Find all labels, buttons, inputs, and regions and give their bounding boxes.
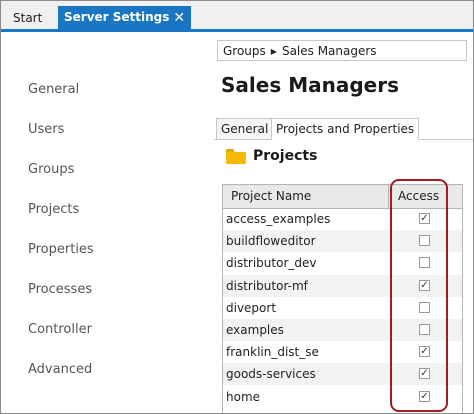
- access-checkbox-unchecked[interactable]: [419, 235, 430, 247]
- column-header-access[interactable]: Access: [398, 189, 439, 203]
- access-checkbox-checked[interactable]: ✓: [419, 390, 430, 402]
- tab-start[interactable]: Start: [5, 7, 50, 29]
- table-row[interactable]: distributor-mf ✓: [223, 274, 462, 297]
- sidebar-item-groups[interactable]: Groups: [28, 162, 74, 177]
- project-name-cell: examples: [226, 323, 284, 337]
- tab-projects-and-properties[interactable]: Projects and Properties: [271, 118, 420, 140]
- column-divider: [388, 185, 389, 208]
- project-name-cell: home: [226, 389, 261, 404]
- table-row[interactable]: access_examples ✓: [223, 208, 462, 230]
- project-name-cell: buildfloweditor: [226, 234, 316, 249]
- access-checkbox-checked[interactable]: ✓: [419, 279, 430, 291]
- sidebar-item-controller[interactable]: Controller: [28, 322, 92, 337]
- sidebar-item-projects[interactable]: Projects: [28, 202, 79, 217]
- project-name-cell: goods-services: [226, 367, 316, 382]
- project-name-cell: franklin_dist_se: [226, 345, 319, 360]
- column-header-project-name[interactable]: Project Name: [231, 189, 311, 203]
- tab-server-settings[interactable]: Server Settings ✕: [58, 6, 192, 29]
- table-row[interactable]: goods-services ✓: [223, 363, 462, 386]
- table-row[interactable]: examples: [223, 319, 462, 341]
- project-name-cell: access_examples: [226, 212, 331, 226]
- access-checkbox-checked[interactable]: ✓: [419, 368, 430, 380]
- table-row[interactable]: franklin_dist_se ✓: [223, 341, 462, 363]
- access-checkbox-unchecked[interactable]: [419, 301, 430, 313]
- table-row[interactable]: diveport: [223, 297, 462, 319]
- sidebar-item-advanced[interactable]: Advanced: [28, 362, 92, 377]
- breadcrumb: Groups ▶ Sales Managers: [217, 40, 467, 61]
- triangle-right-icon: ▶: [270, 47, 277, 56]
- sidebar-item-general[interactable]: General: [28, 82, 79, 97]
- project-name-cell: diveport: [226, 300, 277, 315]
- tab-server-settings-label: Server Settings: [64, 10, 170, 24]
- access-checkbox-checked[interactable]: ✓: [419, 346, 430, 358]
- project-name-cell: distributor-mf: [226, 278, 308, 293]
- table-row[interactable]: home ✓: [223, 386, 462, 408]
- access-checkbox-checked[interactable]: ✓: [419, 213, 430, 224]
- access-checkbox-unchecked[interactable]: [419, 324, 430, 335]
- project-name-cell: distributor_dev: [226, 256, 317, 271]
- breadcrumb-groups-link[interactable]: Groups: [223, 44, 266, 58]
- sidebar-item-processes[interactable]: Processes: [28, 282, 92, 297]
- tab-general[interactable]: General: [216, 118, 274, 139]
- folder-icon: [226, 148, 246, 164]
- breadcrumb-current: Sales Managers: [281, 44, 377, 58]
- section-header: Projects: [226, 148, 317, 164]
- close-icon[interactable]: ✕: [173, 11, 185, 25]
- sidebar-item-properties[interactable]: Properties: [28, 242, 94, 257]
- tab-bar: Start Server Settings ✕: [1, 1, 473, 29]
- access-checkbox-unchecked[interactable]: [419, 257, 430, 269]
- page-title: Sales Managers: [221, 73, 399, 97]
- table-row[interactable]: distributor_dev: [223, 252, 462, 274]
- window: Start Server Settings ✕ General Users Gr…: [0, 0, 474, 414]
- sidebar: General Users Groups Projects Properties…: [1, 32, 213, 413]
- projects-table: Project Name Access access_examples ✓ buil…: [222, 184, 463, 413]
- main-content: Groups ▶ Sales Managers Sales Managers Gen…: [214, 32, 473, 413]
- table-header: Project Name Access: [223, 185, 462, 209]
- table-row[interactable]: buildfloweditor: [223, 230, 462, 253]
- sidebar-item-users[interactable]: Users: [28, 122, 64, 137]
- section-title: Projects: [253, 148, 318, 164]
